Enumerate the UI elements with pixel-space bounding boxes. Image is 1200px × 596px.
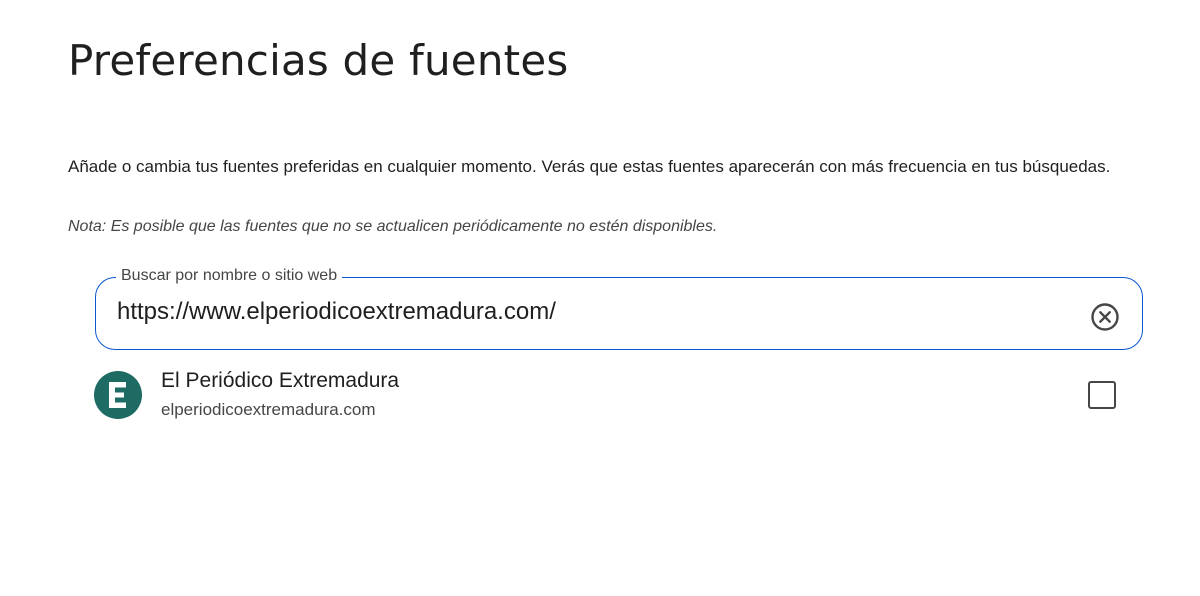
el-periodico-logo-icon	[109, 382, 126, 408]
source-select-checkbox[interactable]	[1088, 381, 1116, 409]
search-field-label: Buscar por nombre o sitio web	[116, 266, 343, 286]
clear-circle-x-icon	[1091, 303, 1119, 331]
source-logo	[94, 371, 142, 419]
page-title: Preferencias de fuentes	[68, 36, 569, 85]
page-description: Añade o cambia tus fuentes preferidas en…	[68, 157, 1111, 176]
source-preferences-page: Preferencias de fuentes Añade o cambia t…	[0, 0, 1200, 596]
source-name: El Periódico Extremadura	[161, 369, 400, 392]
search-field[interactable]: Buscar por nombre o sitio web	[95, 266, 1143, 350]
page-note: Nota: Es posible que las fuentes que no …	[68, 218, 718, 235]
source-result-row[interactable]: El Periódico Extremadura elperiodicoextr…	[90, 364, 1140, 428]
clear-search-button[interactable]	[1088, 300, 1122, 334]
search-input[interactable]	[117, 294, 1037, 330]
source-domain: elperiodicoextremadura.com	[161, 400, 376, 419]
